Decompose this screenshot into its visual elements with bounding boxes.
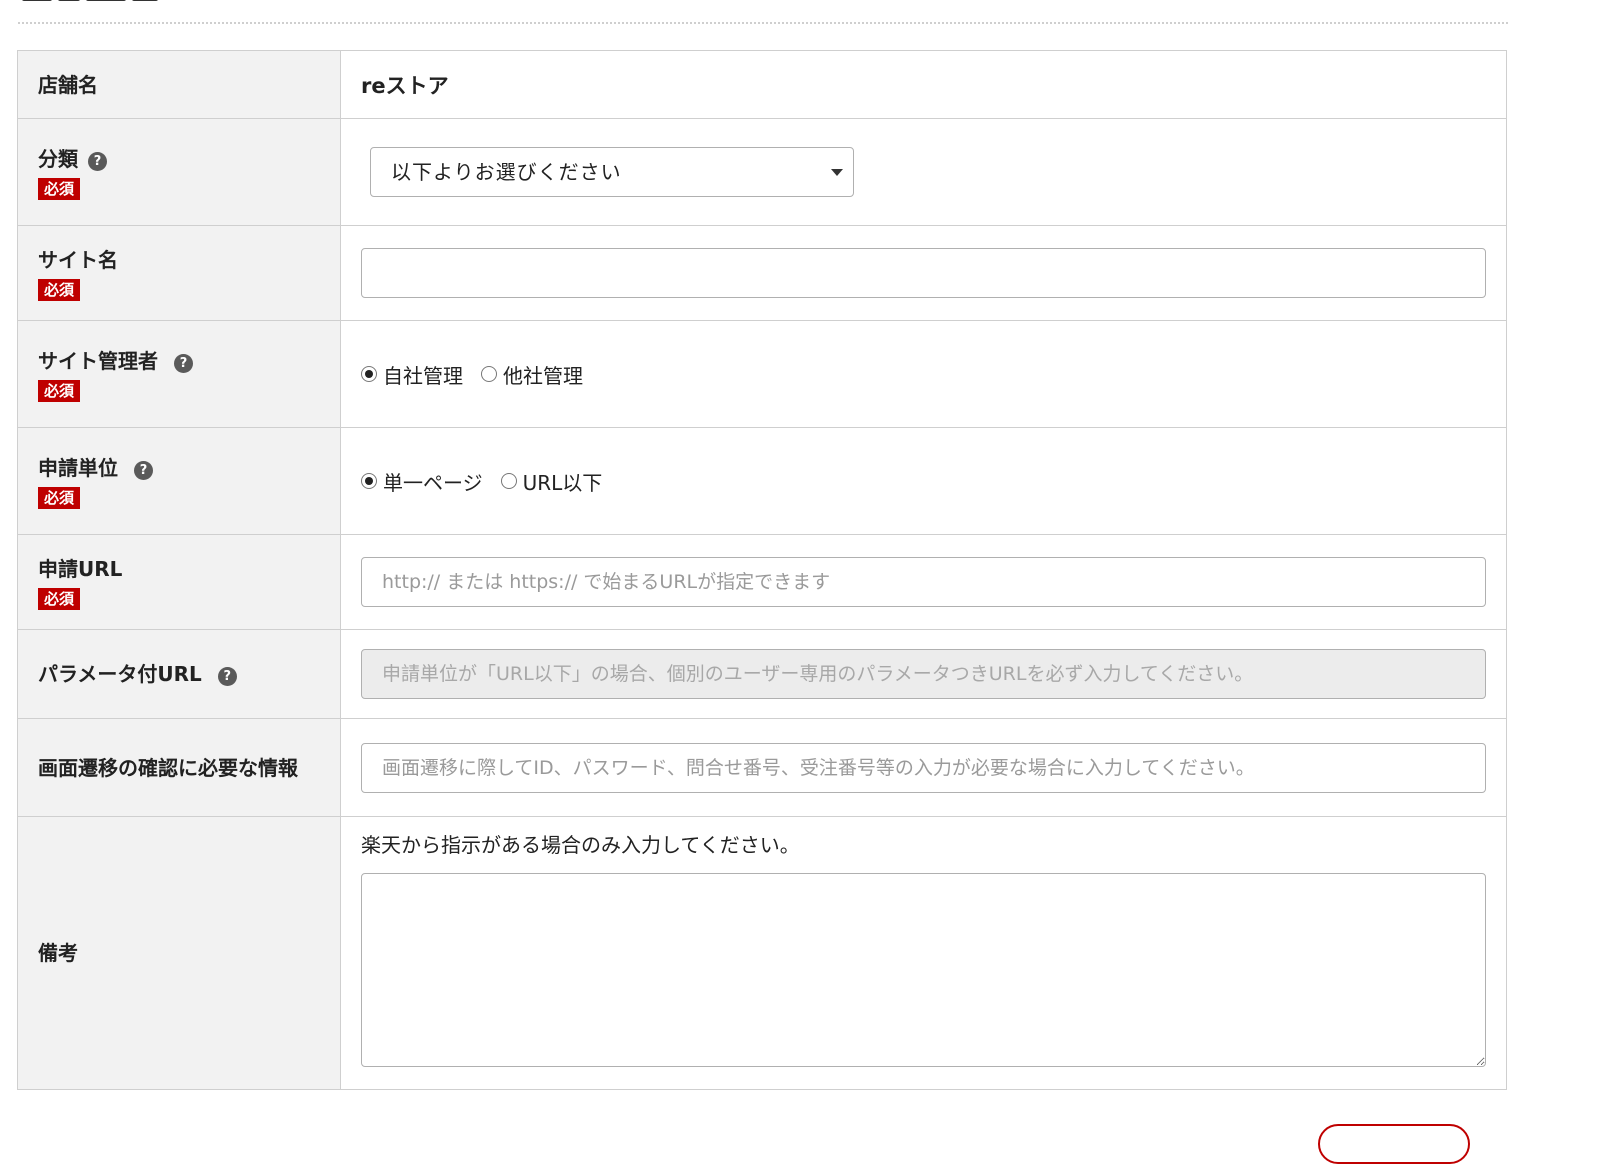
- help-icon[interactable]: ?: [134, 461, 153, 480]
- row-transition-info: 画面遷移の確認に必要な情報: [17, 718, 1507, 817]
- row-category: 分類? 必須 以下よりお選びください: [17, 118, 1507, 226]
- site-admin-radio-group: 自社管理 他社管理: [361, 360, 1486, 389]
- radio-option-own[interactable]: 自社管理: [361, 360, 463, 389]
- store-name-value: reストア: [361, 73, 449, 98]
- required-badge: 必須: [38, 588, 81, 610]
- value-cell: 以下よりお選びください: [340, 118, 1507, 226]
- label-cell: 分類? 必須: [17, 118, 341, 226]
- site-admin-label: サイト管理者: [38, 349, 158, 373]
- category-label: 分類: [38, 147, 78, 171]
- section-divider: [18, 22, 1508, 24]
- label-cell: 申請単位? 必須: [17, 427, 341, 535]
- remarks-label: 備考: [38, 941, 78, 965]
- help-icon[interactable]: ?: [88, 152, 107, 171]
- value-cell: reストア: [340, 50, 1507, 119]
- required-badge: 必須: [38, 380, 81, 402]
- required-badge: 必須: [38, 487, 81, 509]
- value-cell: [340, 534, 1507, 630]
- application-unit-radio-group: 単一ページ URL以下: [361, 467, 1486, 496]
- label-cell: パラメータ付URL?: [17, 629, 341, 719]
- required-badge: 必須: [38, 178, 81, 200]
- row-site-admin: サイト管理者? 必須 自社管理 他社管理: [17, 320, 1507, 428]
- radio-option-other[interactable]: 他社管理: [481, 360, 583, 389]
- row-param-url: パラメータ付URL?: [17, 629, 1507, 719]
- radio-button[interactable]: [481, 366, 497, 382]
- row-remarks: 備考 楽天から指示がある場合のみ入力してください。: [17, 816, 1507, 1090]
- row-site-name: サイト名 必須: [17, 225, 1507, 321]
- radio-label: 他社管理: [503, 363, 583, 388]
- row-store-name: 店舗名 reストア: [17, 50, 1507, 119]
- value-cell: 楽天から指示がある場合のみ入力してください。: [340, 816, 1507, 1090]
- radio-button[interactable]: [500, 473, 517, 489]
- param-url-input: [361, 649, 1486, 699]
- label-cell: 店舗名: [17, 50, 341, 119]
- radio-button-checked[interactable]: [361, 473, 377, 489]
- section-title-cut: [22, 0, 202, 6]
- help-icon[interactable]: ?: [217, 667, 237, 686]
- label-cell: サイト名 必須: [17, 225, 341, 321]
- label-cell: 画面遷移の確認に必要な情報: [17, 718, 341, 817]
- value-cell: 自社管理 他社管理: [340, 320, 1507, 428]
- value-cell: [340, 629, 1507, 719]
- application-url-input[interactable]: [361, 557, 1486, 607]
- radio-label: 単一ページ: [383, 470, 483, 495]
- site-name-label: サイト名: [38, 248, 118, 272]
- transition-info-input[interactable]: [361, 742, 1486, 793]
- application-form-table: 店舗名 reストア 分類? 必須 以下よりお選びください サイト名 必須 サイト…: [17, 50, 1507, 1090]
- remarks-note: 楽天から指示がある場合のみ入力してください。: [361, 833, 800, 857]
- row-application-url: 申請URL 必須: [17, 534, 1507, 630]
- radio-button-checked[interactable]: [361, 366, 377, 382]
- radio-option-single-page[interactable]: 単一ページ: [361, 467, 483, 496]
- value-cell: 単一ページ URL以下: [340, 427, 1507, 535]
- remarks-textarea[interactable]: [361, 873, 1486, 1067]
- help-icon[interactable]: ?: [174, 354, 193, 373]
- required-badge: 必須: [38, 279, 81, 301]
- category-select-value: 以下よりお選びください: [391, 160, 622, 184]
- row-application-unit: 申請単位? 必須 単一ページ URL以下: [17, 427, 1507, 535]
- radio-label: URL以下: [522, 470, 603, 495]
- radio-label: 自社管理: [383, 363, 463, 388]
- param-url-label: パラメータ付URL: [38, 662, 202, 686]
- application-url-label: 申請URL: [38, 557, 123, 581]
- label-cell: 申請URL 必須: [17, 534, 341, 630]
- radio-option-url-below[interactable]: URL以下: [500, 467, 603, 496]
- category-select[interactable]: 以下よりお選びください: [370, 147, 854, 197]
- label-cell: サイト管理者? 必須: [17, 320, 341, 428]
- site-name-input[interactable]: [361, 248, 1486, 298]
- chevron-down-icon: [831, 169, 843, 176]
- submit-button-partial[interactable]: [1318, 1124, 1470, 1164]
- value-cell: [340, 718, 1507, 817]
- store-name-label: 店舗名: [38, 72, 98, 97]
- transition-info-label: 画面遷移の確認に必要な情報: [38, 755, 298, 780]
- application-unit-label: 申請単位: [38, 456, 118, 480]
- value-cell: [340, 225, 1507, 321]
- label-cell: 備考: [17, 816, 341, 1090]
